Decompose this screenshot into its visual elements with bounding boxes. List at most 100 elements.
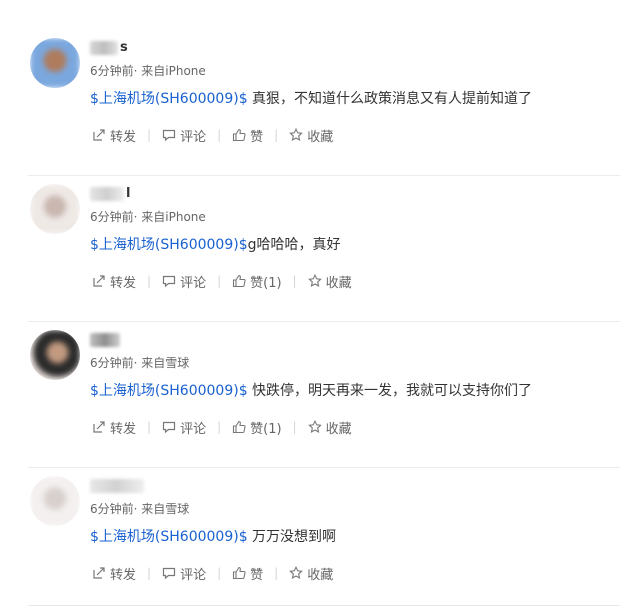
avatar[interactable] <box>30 476 80 526</box>
comment-feed: s 6分钟前· 来自iPhone $上海机场(SH600009)$ 真狠，不知道… <box>0 0 640 609</box>
post-source: · 来自雪球 <box>133 356 190 370</box>
repost-icon <box>93 567 105 579</box>
post-text: 万万没想到啊 <box>247 529 337 545</box>
like-label: 赞(1) <box>250 421 282 437</box>
repost-label: 转发 <box>110 275 137 291</box>
post-time[interactable]: 6分钟前 <box>90 356 134 370</box>
divider: | <box>274 128 279 142</box>
favorite-label: 收藏 <box>307 567 334 583</box>
divider: | <box>217 128 222 142</box>
star-icon <box>307 420 322 433</box>
post-time[interactable]: 6分钟前 <box>90 210 134 224</box>
like-label: 赞 <box>250 129 264 145</box>
stock-link[interactable]: $上海机场(SH600009)$ <box>90 91 248 107</box>
comment-button[interactable]: 评论 <box>162 126 206 145</box>
post-text: g哈哈哈，真好 <box>247 237 341 253</box>
favorite-button[interactable]: 收藏 <box>307 418 352 437</box>
post-source: · 来自iPhone <box>133 210 206 224</box>
post-meta: 6分钟前· 来自雪球 <box>90 355 189 371</box>
like-button[interactable]: 赞 <box>232 564 263 583</box>
username-mosaic <box>90 41 118 55</box>
post-time[interactable]: 6分钟前 <box>90 502 134 516</box>
repost-button[interactable]: 转发 <box>92 418 136 437</box>
favorite-button[interactable]: 收藏 <box>289 564 333 583</box>
divider: | <box>147 420 152 434</box>
username[interactable] <box>90 332 122 348</box>
repost-label: 转发 <box>110 421 137 437</box>
post-content: $上海机场(SH600009)$ 快跌停，明天再来一发，我就可以支持你们了 <box>90 381 532 401</box>
action-bar: 转发 | 评论 | 赞(1) | 收藏 <box>92 272 352 291</box>
divider: | <box>147 128 152 142</box>
favorite-button[interactable]: 收藏 <box>289 126 333 145</box>
comment-label: 评论 <box>180 129 207 145</box>
favorite-label: 收藏 <box>307 129 334 145</box>
post-meta: 6分钟前· 来自雪球 <box>90 501 189 517</box>
post-source: · 来自iPhone <box>133 64 206 78</box>
like-label: 赞(1) <box>250 275 282 291</box>
divider: | <box>147 566 152 580</box>
stock-link[interactable]: $上海机场(SH600009)$ <box>90 529 248 545</box>
post-time[interactable]: 6分钟前 <box>90 64 134 78</box>
star-icon <box>289 566 304 579</box>
stock-link[interactable]: $上海机场(SH600009)$ <box>90 237 248 253</box>
divider: | <box>147 274 152 288</box>
repost-icon <box>93 275 105 287</box>
post-source: · 来自雪球 <box>133 502 190 516</box>
favorite-button[interactable]: 收藏 <box>307 272 352 291</box>
divider: | <box>217 420 222 434</box>
thumbs-up-icon <box>233 420 246 434</box>
star-icon <box>289 128 304 141</box>
like-label: 赞 <box>250 567 264 583</box>
username-visible: l <box>126 186 131 201</box>
repost-button[interactable]: 转发 <box>92 126 136 145</box>
like-button[interactable]: 赞(1) <box>232 272 282 291</box>
repost-button[interactable]: 转发 <box>92 564 136 583</box>
username[interactable]: l <box>90 186 130 202</box>
repost-button[interactable]: 转发 <box>92 272 136 291</box>
username[interactable]: s <box>90 40 128 56</box>
comment-icon <box>162 421 176 434</box>
like-button[interactable]: 赞(1) <box>232 418 282 437</box>
thumbs-up-icon <box>233 128 246 142</box>
like-button[interactable]: 赞 <box>232 126 263 145</box>
repost-icon <box>93 129 105 141</box>
username-mosaic <box>90 333 120 347</box>
comment-item: s 6分钟前· 来自iPhone $上海机场(SH600009)$ 真狠，不知道… <box>28 30 620 176</box>
divider: | <box>274 566 279 580</box>
comment-button[interactable]: 评论 <box>162 418 206 437</box>
repost-icon <box>93 421 105 433</box>
favorite-label: 收藏 <box>325 275 352 291</box>
thumbs-up-icon <box>233 566 246 580</box>
avatar[interactable] <box>30 330 80 380</box>
comment-button[interactable]: 评论 <box>162 272 206 291</box>
repost-label: 转发 <box>110 567 137 583</box>
post-content: $上海机场(SH600009)$ 万万没想到啊 <box>90 527 336 547</box>
action-bar: 转发 | 评论 | 赞 | 收藏 <box>92 126 333 145</box>
stock-link[interactable]: $上海机场(SH600009)$ <box>90 383 248 399</box>
username[interactable] <box>90 478 146 494</box>
username-visible: s <box>120 40 128 55</box>
favorite-label: 收藏 <box>325 421 352 437</box>
username-mosaic <box>90 187 124 201</box>
post-text: 真狠，不知道什么政策消息又有人提前知道了 <box>247 91 533 107</box>
post-meta: 6分钟前· 来自iPhone <box>90 209 206 225</box>
divider: | <box>292 420 297 434</box>
thumbs-up-icon <box>233 274 246 288</box>
divider: | <box>217 566 222 580</box>
repost-label: 转发 <box>110 129 137 145</box>
post-text: 快跌停，明天再来一发，我就可以支持你们了 <box>247 383 533 399</box>
comment-label: 评论 <box>180 421 207 437</box>
comment-label: 评论 <box>180 275 207 291</box>
comment-item: l 6分钟前· 来自iPhone $上海机场(SH600009)$g哈哈哈，真好… <box>28 176 620 322</box>
avatar[interactable] <box>30 184 80 234</box>
comment-button[interactable]: 评论 <box>162 564 206 583</box>
avatar[interactable] <box>30 38 80 88</box>
star-icon <box>307 274 322 287</box>
comment-icon <box>162 129 176 142</box>
divider: | <box>292 274 297 288</box>
comment-item: 6分钟前· 来自雪球 $上海机场(SH600009)$ 快跌停，明天再来一发，我… <box>28 322 620 468</box>
post-content: $上海机场(SH600009)$ 真狠，不知道什么政策消息又有人提前知道了 <box>90 89 532 109</box>
username-mosaic <box>90 479 144 493</box>
post-meta: 6分钟前· 来自iPhone <box>90 63 206 79</box>
comment-label: 评论 <box>180 567 207 583</box>
